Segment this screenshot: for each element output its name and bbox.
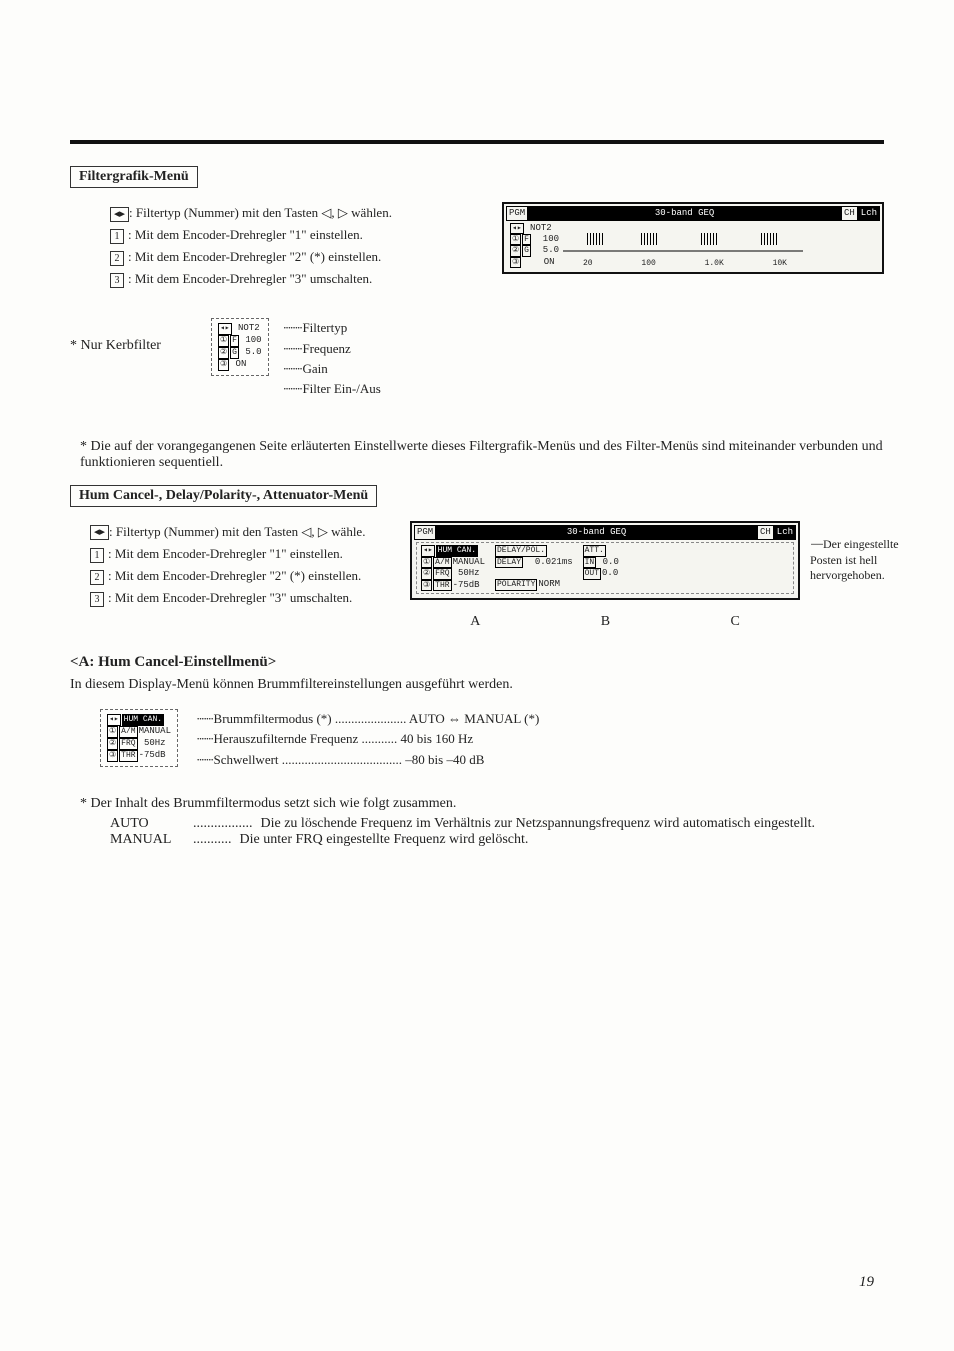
s1-line3: 2: Mit dem Encoder-Drehregler "2" (*) ei… bbox=[110, 246, 490, 268]
s2-line1: ◂▸: Filtertyp (Nummer) mit den Tasten ◁,… bbox=[90, 521, 400, 543]
lcd-hum-delay-att: PGM 30-band GEQ CH Lch ◂▸HUM CAN. ①A/MMA… bbox=[410, 521, 800, 600]
lcd1-ch: CH bbox=[841, 206, 858, 221]
s1-line1: ◂▸: Filtertyp (Nummer) mit den Tasten ◁,… bbox=[110, 202, 490, 224]
sect1-note: Die auf der vorangegangenen Seite erläut… bbox=[80, 439, 883, 470]
key-3-icon: 3 bbox=[110, 273, 124, 288]
s2-line4: 3: Mit dem Encoder-Drehregler "3" umscha… bbox=[90, 587, 400, 609]
subA-title: <A: Hum Cancel-Einstellmenü> bbox=[70, 654, 884, 671]
subA-note-lead: Der Inhalt des Brummfiltermodus setzt si… bbox=[91, 796, 457, 811]
col-a: A bbox=[470, 614, 480, 630]
mode-manual-label: MANUAL bbox=[110, 832, 185, 848]
key-3-icon: 3 bbox=[90, 592, 104, 607]
key-2-icon: 2 bbox=[110, 251, 124, 266]
s2-line2: 1: Mit dem Encoder-Drehregler "1" einste… bbox=[90, 543, 400, 565]
subA-row3: ······· Schwellwert ....................… bbox=[196, 750, 539, 770]
label-frequenz: ········ Frequenz bbox=[283, 339, 381, 359]
label-filtertyp: ········ Filtertyp bbox=[283, 318, 381, 338]
mode-manual-desc: Die unter FRQ eingestellte Frequenz wird… bbox=[240, 832, 885, 848]
mode-auto-label: AUTO bbox=[110, 816, 185, 832]
lcd-filtergrafik: PGM 30-band GEQ CH Lch ◂▸ NOT2 ①F 100 ②G… bbox=[502, 202, 884, 274]
col-b: B bbox=[601, 614, 610, 630]
section2-title: Hum Cancel-, Delay/Polarity-, Attenuator… bbox=[70, 485, 377, 507]
s2-line3: 2: Mit dem Encoder-Drehregler "2" (*) ei… bbox=[90, 565, 400, 587]
lcd1-pgm: PGM bbox=[506, 206, 528, 221]
subA-lcd: ◂▸HUM CAN. ①A/MMANUAL ②FRQ 50Hz ③THR-75d… bbox=[100, 709, 178, 767]
s1-line2: 1: Mit dem Encoder-Drehregler "1" einste… bbox=[110, 224, 490, 246]
subA-row2: ······· Herauszufilternde Frequenz .....… bbox=[196, 729, 539, 749]
label-gain: ········ Gain bbox=[283, 359, 381, 379]
lcd1-lch: Lch bbox=[858, 206, 880, 221]
lr-key-icon: ◂▸ bbox=[90, 525, 109, 540]
side-note: ······ Der eingestellte Posten ist hell … bbox=[810, 521, 930, 584]
key-1-icon: 1 bbox=[90, 548, 104, 563]
section1-title: Filtergrafik-Menü bbox=[70, 166, 198, 188]
lr-key-icon: ◂▸ bbox=[110, 207, 129, 222]
mode-auto-desc: Die zu löschende Frequenz im Verhältnis … bbox=[261, 816, 885, 832]
key-1-icon: 1 bbox=[110, 229, 124, 244]
page-number: 19 bbox=[859, 1274, 874, 1291]
mini-lcd-callout: ◂▸ NOT2 ①F 100 ②G 5.0 ③ ON bbox=[211, 318, 269, 376]
lcd1-title: 30-band GEQ bbox=[528, 206, 841, 221]
label-filter-onoff: ········ Filter Ein-/Aus bbox=[283, 379, 381, 399]
col-c: C bbox=[730, 614, 739, 630]
s1-line4: 3: Mit dem Encoder-Drehregler "3" umscha… bbox=[110, 268, 490, 290]
subA-desc: In diesem Display-Menü können Brummfilte… bbox=[70, 677, 884, 693]
nur-kerbfilter: Nur Kerbfilter bbox=[81, 338, 161, 353]
geq-bars-icon bbox=[563, 223, 803, 261]
key-2-icon: 2 bbox=[90, 570, 104, 585]
subA-row1: ······· Brummfiltermodus (*) ...........… bbox=[196, 709, 539, 729]
